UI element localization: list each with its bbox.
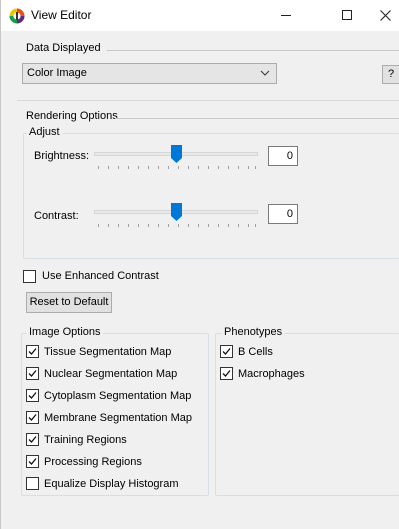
b-cells-label: B Cells — [238, 346, 273, 358]
data-displayed-separator — [107, 50, 399, 51]
phenotypes-heading: Phenotypes — [222, 326, 285, 338]
checkmark-icon — [28, 458, 37, 465]
view-editor-window: View Editor Data Displayed Color Image ?… — [0, 0, 399, 529]
checkmark-icon — [222, 370, 231, 377]
macrophages-checkbox[interactable] — [220, 367, 233, 380]
window-title: View Editor — [31, 8, 92, 22]
close-button[interactable] — [366, 0, 399, 31]
brightness-label: Brightness: — [34, 150, 90, 162]
checkmark-icon — [28, 348, 37, 355]
maximize-icon — [342, 10, 352, 20]
enhanced-contrast-checkbox[interactable] — [23, 270, 36, 283]
checkmark-icon — [28, 436, 37, 443]
data-displayed-value: Color Image — [27, 67, 87, 79]
processing-regions-label: Processing Regions — [44, 456, 142, 468]
membrane-segmentation-checkbox[interactable] — [26, 411, 39, 424]
tissue-segmentation-label: Tissue Segmentation Map — [44, 346, 172, 358]
image-options-heading: Image Options — [27, 326, 103, 338]
checkmark-icon — [28, 370, 37, 377]
contrast-label: Contrast: — [34, 210, 79, 222]
equalize-histogram-checkbox[interactable] — [26, 477, 39, 490]
nuclear-segmentation-checkbox[interactable] — [26, 367, 39, 380]
minimize-button[interactable] — [263, 0, 309, 31]
title-bar[interactable]: View Editor — [1, 0, 399, 31]
maximize-button[interactable] — [326, 0, 366, 31]
membrane-segmentation-label: Membrane Segmentation Map — [44, 412, 192, 424]
tissue-segmentation-checkbox[interactable] — [26, 345, 39, 358]
nuclear-segmentation-label: Nuclear Segmentation Map — [44, 368, 178, 380]
macrophages-label: Macrophages — [238, 368, 305, 380]
contrast-ticks — [98, 224, 256, 227]
app-logo-icon — [9, 8, 25, 24]
adjust-heading: Adjust — [27, 126, 62, 138]
close-icon — [380, 10, 391, 21]
b-cells-checkbox[interactable] — [220, 345, 233, 358]
reset-to-default-button[interactable]: Reset to Default — [26, 292, 112, 313]
checkmark-icon — [28, 392, 37, 399]
minimize-icon — [281, 15, 291, 16]
section-divider — [17, 100, 399, 101]
brightness-value-field[interactable]: 0 — [268, 146, 298, 166]
training-regions-label: Training Regions — [44, 434, 127, 446]
rendering-options-separator — [115, 118, 399, 119]
help-button[interactable]: ? — [382, 65, 399, 84]
brightness-slider-thumb[interactable] — [171, 145, 182, 163]
cytoplasm-segmentation-label: Cytoplasm Segmentation Map — [44, 390, 192, 402]
contrast-value-field[interactable]: 0 — [268, 204, 298, 224]
enhanced-contrast-label: Use Enhanced Contrast — [42, 270, 159, 282]
contrast-slider-thumb[interactable] — [171, 203, 182, 221]
equalize-histogram-label: Equalize Display Histogram — [44, 478, 179, 490]
checkmark-icon — [222, 348, 231, 355]
brightness-ticks — [98, 166, 256, 169]
training-regions-checkbox[interactable] — [26, 433, 39, 446]
checkmark-icon — [28, 414, 37, 421]
rendering-options-heading: Rendering Options — [26, 110, 118, 122]
processing-regions-checkbox[interactable] — [26, 455, 39, 468]
chevron-down-icon — [260, 70, 270, 76]
data-displayed-select[interactable]: Color Image — [22, 63, 277, 84]
data-displayed-heading: Data Displayed — [26, 42, 101, 54]
cytoplasm-segmentation-checkbox[interactable] — [26, 389, 39, 402]
